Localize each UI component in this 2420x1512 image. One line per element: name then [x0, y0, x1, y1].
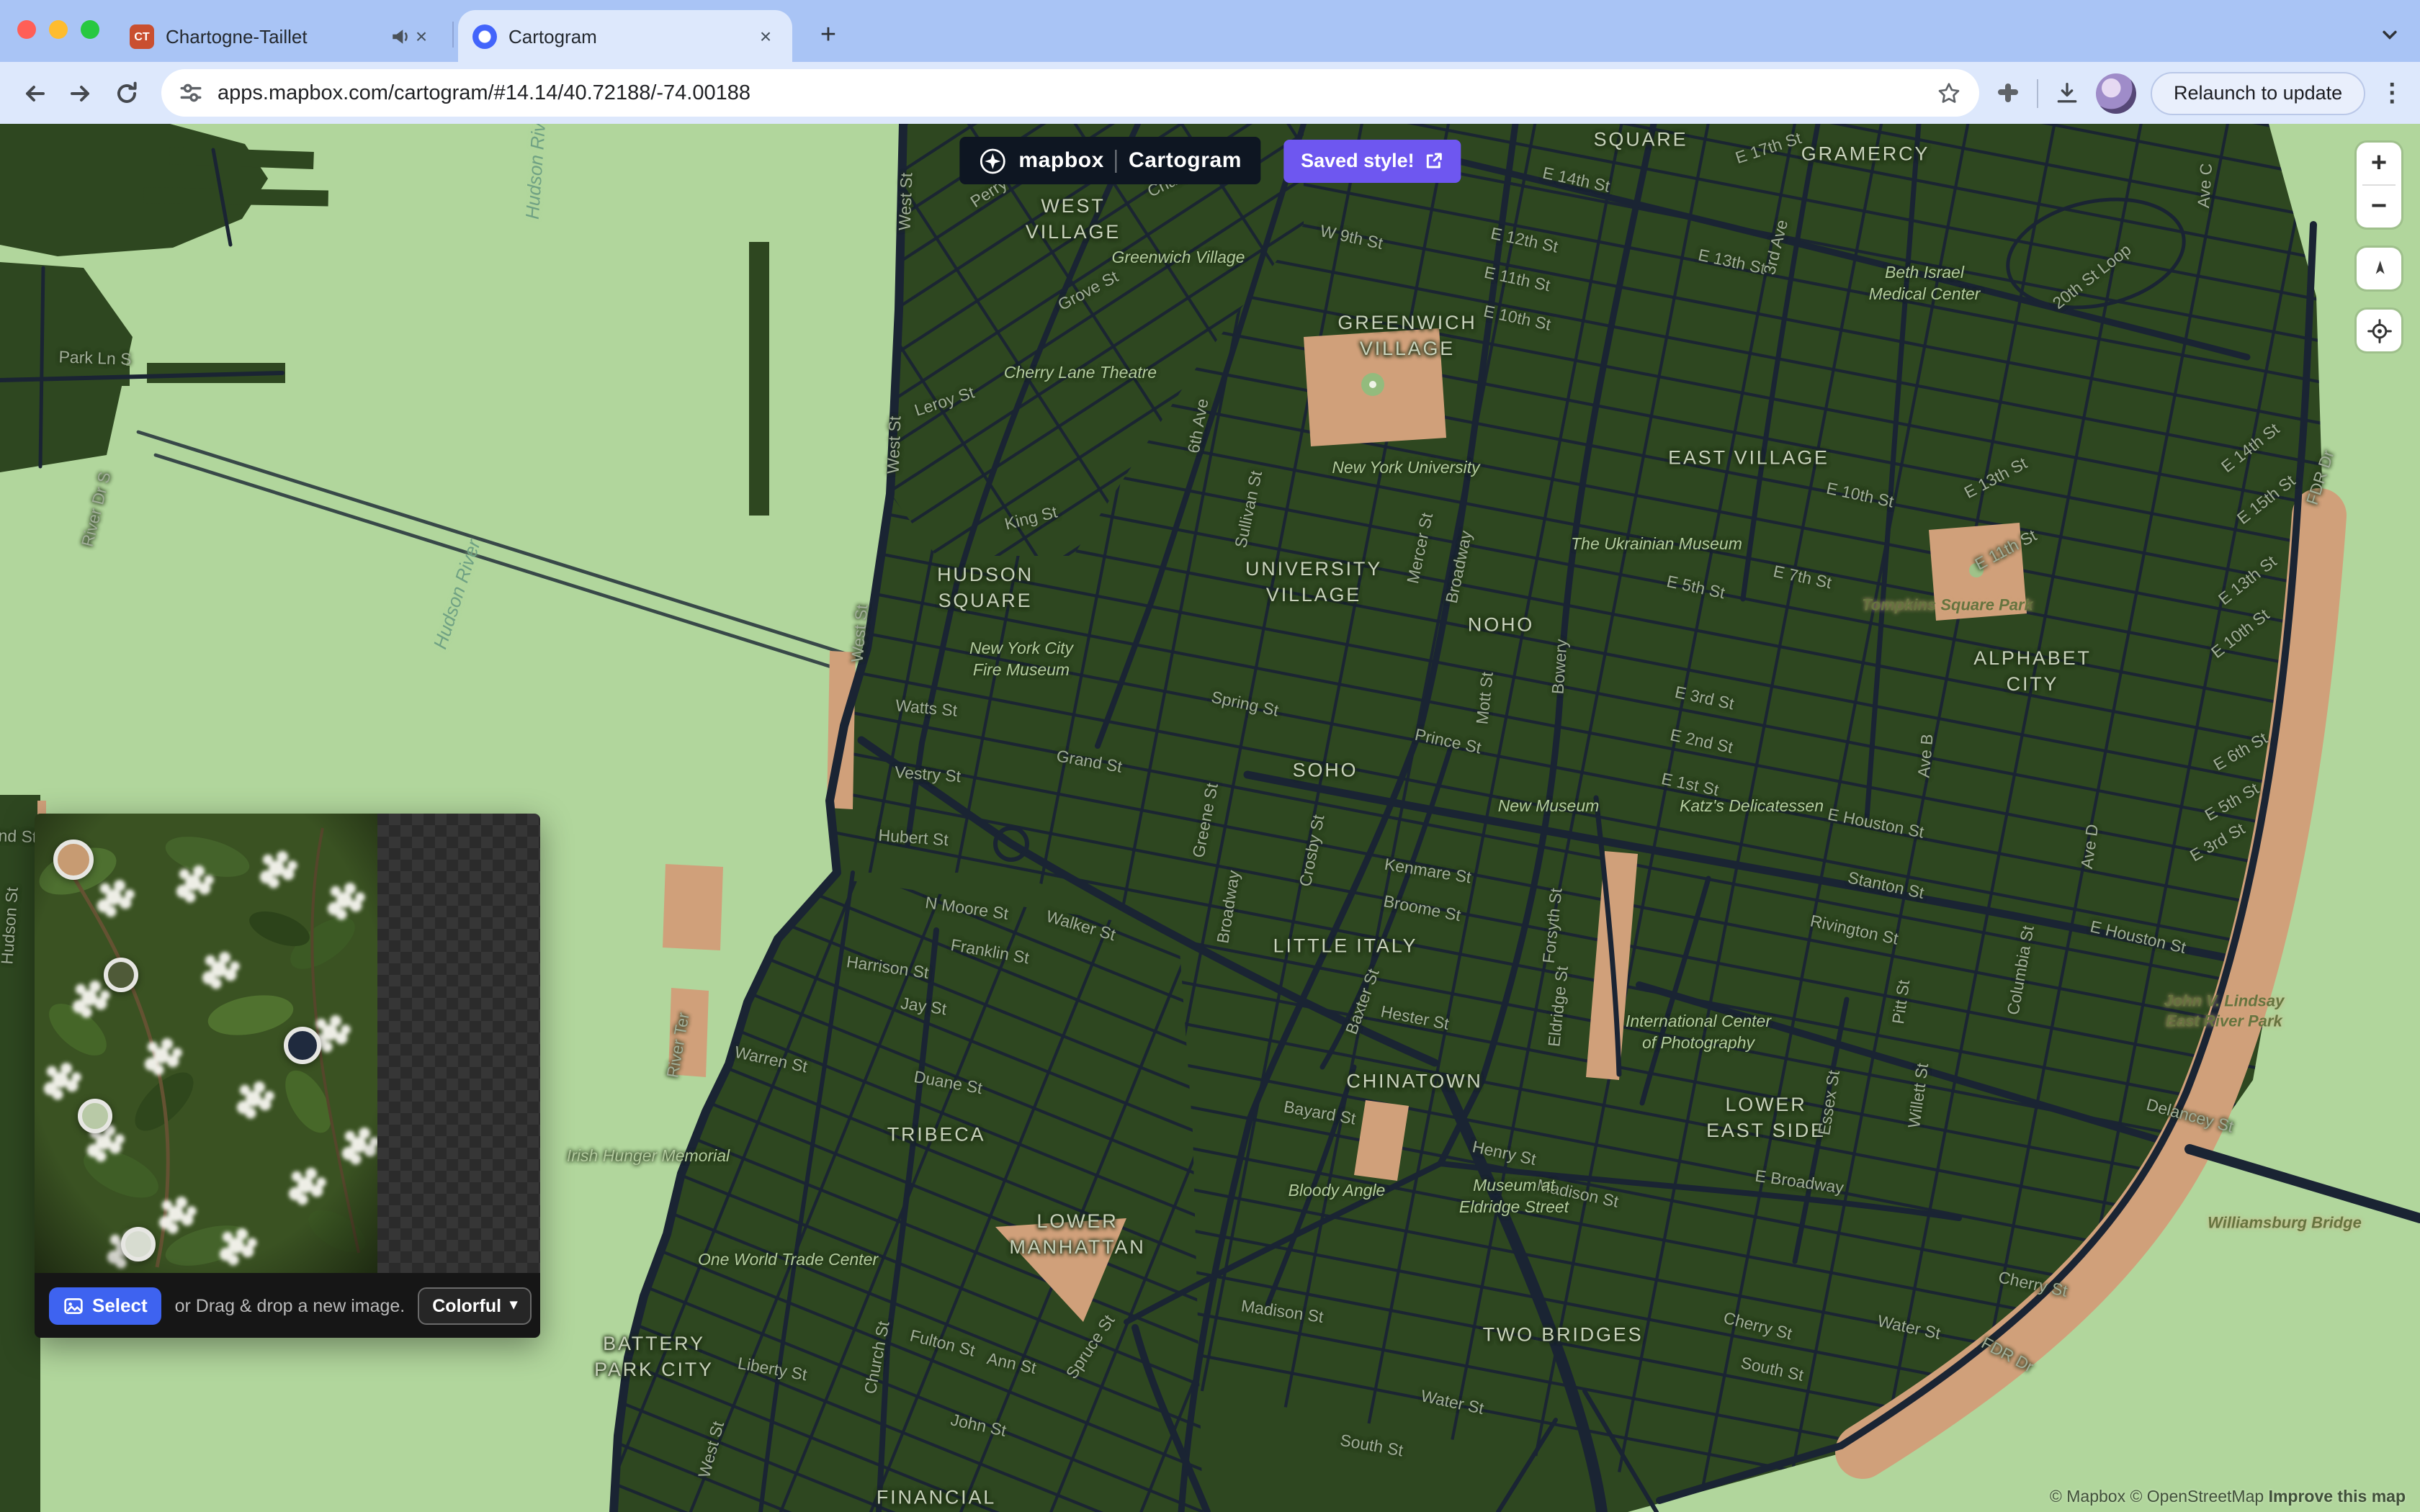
- color-swatch[interactable]: [104, 958, 138, 992]
- tab-separator: [452, 22, 454, 48]
- profile-avatar[interactable]: [2096, 73, 2136, 113]
- source-image[interactable]: [35, 814, 377, 1273]
- tab-close-button[interactable]: ×: [409, 24, 434, 48]
- tab-favicon: [472, 24, 497, 48]
- improve-map-link[interactable]: Improve this map: [2269, 1489, 2406, 1506]
- relaunch-button[interactable]: Relaunch to update: [2151, 71, 2365, 114]
- mapbox-logo: mapbox Cartogram: [959, 137, 1260, 184]
- style-dropdown[interactable]: Colorful ▾: [418, 1287, 532, 1324]
- download-icon[interactable]: [2053, 78, 2081, 107]
- color-swatch[interactable]: [53, 840, 94, 880]
- image-icon: [63, 1295, 84, 1315]
- new-tab-button[interactable]: +: [810, 17, 847, 55]
- compass-needle-icon: [2365, 254, 2393, 283]
- geolocate-button[interactable]: [2357, 310, 2401, 351]
- back-button[interactable]: [12, 70, 58, 116]
- zoom-out-button[interactable]: −: [2357, 186, 2401, 228]
- window-controls: [17, 20, 99, 39]
- select-label: Select: [92, 1295, 148, 1316]
- transparency-checker: [377, 814, 540, 1273]
- mapbox-mark-icon: [978, 146, 1007, 175]
- saved-style-button[interactable]: Saved style!: [1283, 139, 1461, 182]
- compass-button[interactable]: [2357, 248, 2401, 289]
- panel-toolbar: Select or Drag & drop a new image. Color…: [35, 1273, 540, 1338]
- tab-cartogram[interactable]: Cartogram ×: [458, 10, 792, 62]
- bookmark-star-icon[interactable]: [1936, 80, 1962, 106]
- geolocate-icon: [2363, 315, 2395, 346]
- color-swatch[interactable]: [121, 1227, 156, 1261]
- zoom-window-button[interactable]: [81, 20, 99, 39]
- zoom-in-button[interactable]: +: [2357, 143, 2401, 184]
- close-window-button[interactable]: [17, 20, 36, 39]
- color-swatch[interactable]: [78, 1099, 112, 1133]
- tab-close-button[interactable]: ×: [753, 24, 778, 48]
- map-canvas[interactable]: WEST VILLAGESQUAREGRAMERCYGREENWICH VILL…: [0, 124, 2420, 1512]
- tab-title: Chartogne-Taillet: [166, 25, 379, 47]
- browser-menu-icon[interactable]: ⋮: [2380, 78, 2404, 107]
- color-swatch[interactable]: [284, 1027, 321, 1064]
- external-link-icon: [1425, 151, 1443, 170]
- minimize-window-button[interactable]: [49, 20, 68, 39]
- reload-button[interactable]: [104, 70, 150, 116]
- browser-toolbar: apps.mapbox.com/cartogram/#14.14/40.7218…: [0, 62, 2420, 124]
- attribution-text[interactable]: © Mapbox © OpenStreetMap: [2050, 1489, 2269, 1506]
- tab-favicon: CT: [130, 24, 154, 48]
- select-image-button[interactable]: Select: [49, 1287, 162, 1324]
- logo-divider: [1116, 149, 1117, 172]
- site-settings-icon[interactable]: [179, 81, 203, 105]
- mapbox-wordmark: mapbox: [1018, 148, 1104, 173]
- brand-bar: mapbox Cartogram Saved style!: [959, 137, 1460, 184]
- browser-window: CT Chartogne-Taillet × Cartogram × + app…: [0, 0, 2420, 1512]
- forward-button[interactable]: [58, 70, 104, 116]
- audio-icon[interactable]: [390, 27, 409, 45]
- extensions-icon[interactable]: [1994, 78, 2022, 107]
- drop-hint-text: or Drag & drop a new image.: [175, 1295, 405, 1315]
- image-panel: Select or Drag & drop a new image. Color…: [35, 814, 540, 1338]
- saved-style-label: Saved style!: [1301, 150, 1415, 171]
- tab-title: Cartogram: [508, 25, 742, 47]
- tab-search-chevron-icon[interactable]: [2374, 19, 2406, 50]
- toolbar-divider: [2037, 78, 2038, 107]
- map-controls: + −: [2357, 143, 2401, 372]
- app-title: Cartogram: [1129, 148, 1242, 173]
- url-text[interactable]: apps.mapbox.com/cartogram/#14.14/40.7218…: [218, 81, 1936, 104]
- map-attribution: © Mapbox © OpenStreetMap Improve this ma…: [2050, 1489, 2406, 1506]
- style-dropdown-label: Colorful: [432, 1295, 501, 1315]
- tab-chartogne[interactable]: CT Chartogne-Taillet ×: [115, 10, 448, 62]
- chevron-down-icon: ▾: [510, 1297, 517, 1313]
- tab-strip: CT Chartogne-Taillet × Cartogram × +: [0, 0, 2420, 62]
- url-bar[interactable]: apps.mapbox.com/cartogram/#14.14/40.7218…: [161, 69, 1979, 117]
